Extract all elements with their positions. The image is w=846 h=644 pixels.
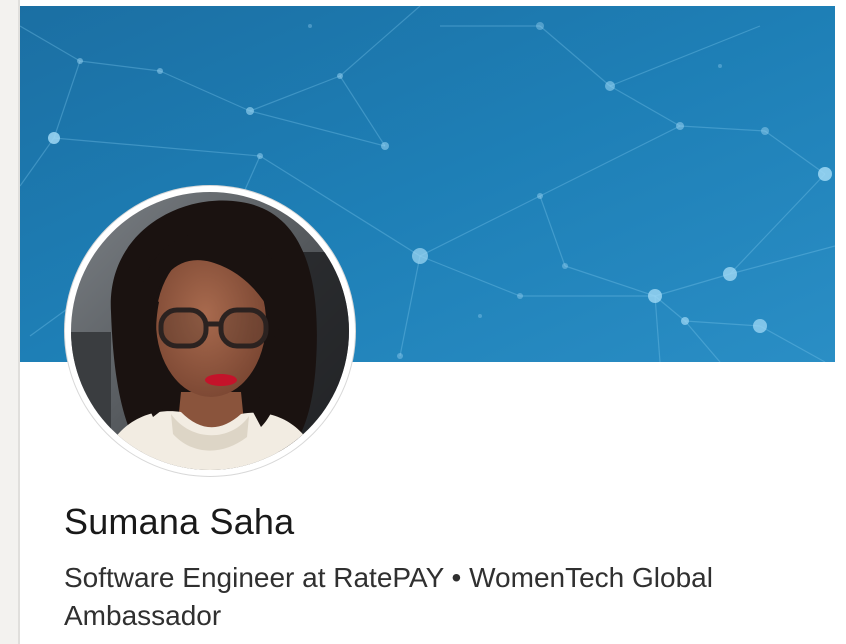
left-edge-divider	[0, 0, 20, 644]
profile-page: Sumana Saha Software Engineer at RatePAY…	[0, 0, 846, 644]
avatar-photo	[71, 192, 349, 470]
profile-headline: Software Engineer at RatePAY • WomenTech…	[64, 562, 713, 631]
avatar-portrait-image	[71, 192, 349, 470]
profile-card: Sumana Saha Software Engineer at RatePAY…	[20, 6, 846, 644]
profile-avatar[interactable]	[65, 186, 355, 476]
profile-name: Sumana Saha	[64, 501, 295, 542]
